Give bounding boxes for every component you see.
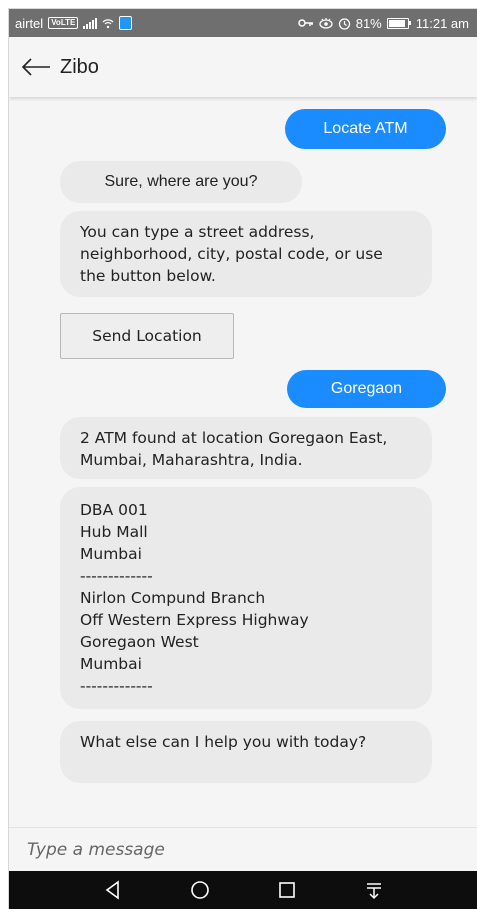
user-message: Goregaon [287, 370, 446, 408]
atm-list-message: DBA 001 Hub Mall Mumbai ------------- Ni… [60, 487, 432, 709]
bot-message: 2 ATM found at location Goregaon East, M… [60, 417, 432, 479]
atm-separator: ------------- [80, 677, 153, 695]
nav-home-icon[interactable] [189, 879, 211, 901]
arrow-left-icon[interactable] [20, 57, 52, 77]
app-frame: airtel VoLTE 81% 11:21 am Zibo Locate AT… [8, 8, 477, 909]
battery-icon [386, 17, 411, 29]
atm-line: Hub Mall [80, 523, 148, 541]
atm-line: DBA 001 [80, 501, 148, 519]
atm-line: Goregaon West [80, 633, 199, 651]
atm-line: Mumbai [80, 655, 142, 673]
app-notification-icon [119, 16, 133, 30]
atm-separator: ------------- [80, 567, 153, 585]
send-location-button[interactable]: Send Location [60, 313, 234, 359]
nav-back-icon[interactable] [102, 879, 124, 901]
volte-badge: VoLTE [48, 17, 79, 29]
message-list: Locate ATM Sure, where are you? You can … [9, 101, 477, 819]
key-icon [297, 19, 313, 27]
carrier-label: airtel [15, 15, 44, 31]
message-composer [9, 827, 477, 872]
user-message: Locate ATM [285, 109, 446, 149]
signal-icon [83, 17, 98, 29]
chat-header: Zibo [9, 37, 477, 97]
nav-notification-pull-icon[interactable] [363, 879, 385, 901]
bot-message: Sure, where are you? [60, 161, 302, 203]
battery-percent: 81% [355, 15, 382, 31]
eye-comfort-icon [319, 18, 333, 29]
page-title: Zibo [60, 55, 99, 78]
bot-message: You can type a street address, neighborh… [60, 211, 432, 297]
atm-line: Mumbai [80, 545, 142, 563]
system-nav-bar [9, 871, 477, 909]
alarm-icon [338, 17, 350, 30]
message-input[interactable] [9, 828, 477, 872]
nav-recents-icon[interactable] [276, 879, 298, 901]
atm-line: Nirlon Compund Branch [80, 589, 266, 607]
clock: 11:21 am [415, 15, 469, 31]
wifi-icon [102, 19, 114, 29]
atm-line: Off Western Express Highway [80, 611, 309, 629]
status-bar: airtel VoLTE 81% 11:21 am [9, 9, 477, 37]
bot-message: What else can I help you with today? [60, 721, 432, 783]
